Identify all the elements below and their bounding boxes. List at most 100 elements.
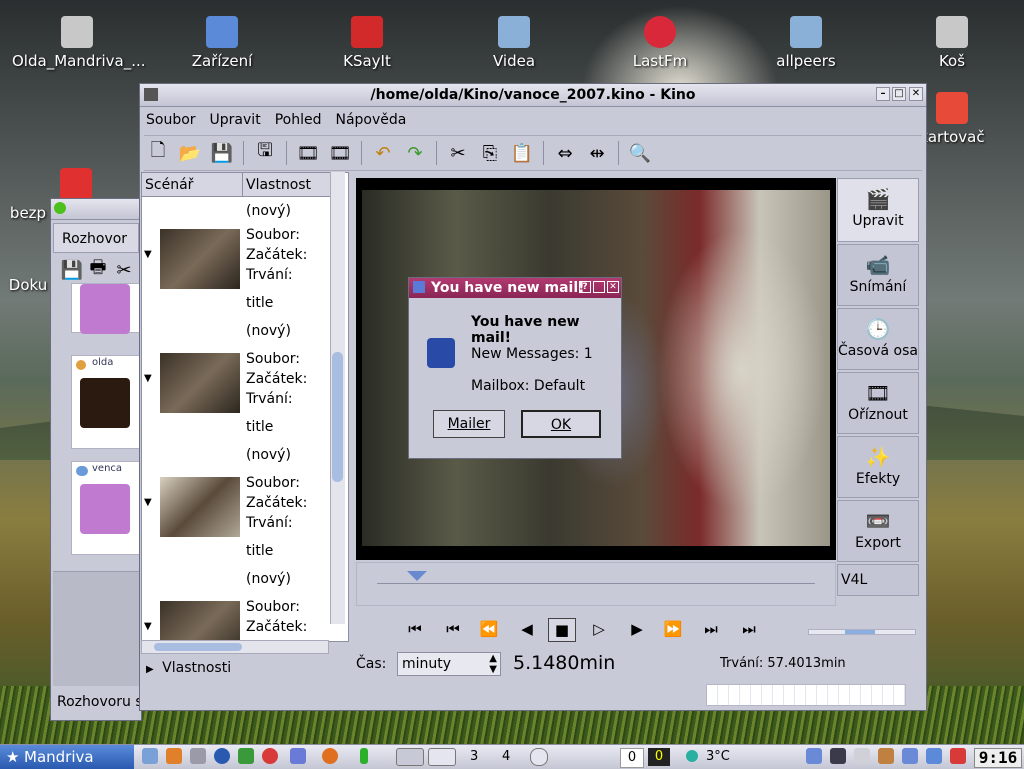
fast-forward-icon[interactable]: ⏩ bbox=[660, 618, 686, 640]
menu-upravit[interactable]: Upravit bbox=[210, 108, 261, 132]
list-item[interactable]: (nový) bbox=[142, 321, 330, 349]
desktop-4[interactable]: 4 bbox=[502, 748, 510, 766]
save-icon[interactable]: 💾 bbox=[61, 259, 83, 281]
tab-efekty[interactable]: ✨ Efekty bbox=[837, 436, 919, 498]
tab-snimani[interactable]: 📹 Snímání bbox=[837, 244, 919, 306]
launcher-icon[interactable] bbox=[214, 748, 230, 764]
expand-icon[interactable]: ⇔ bbox=[551, 139, 579, 167]
step-back-icon[interactable]: ◀ bbox=[514, 618, 540, 640]
prev-scene-icon[interactable]: ⏮ bbox=[440, 618, 466, 640]
paste-icon[interactable]: 📋 bbox=[508, 139, 536, 167]
cut-icon[interactable]: ✂ bbox=[444, 139, 472, 167]
stop-icon[interactable]: ■ bbox=[548, 618, 576, 642]
desktop-icon-ksayit[interactable]: KSayIt bbox=[302, 16, 432, 70]
story-horizontal-scrollbar[interactable] bbox=[141, 640, 329, 654]
chat-tab[interactable]: Rozhovor bbox=[53, 223, 139, 253]
contract-icon[interactable]: ⇹ bbox=[583, 139, 611, 167]
launcher-icon[interactable] bbox=[262, 748, 278, 764]
minimize-icon[interactable]: – bbox=[876, 87, 890, 101]
desktop-icon-videa[interactable]: Videa bbox=[449, 16, 579, 70]
list-item[interactable]: ▼ Soubor: Začátek: Trvání: title bbox=[142, 473, 330, 569]
expand-arrow-icon[interactable]: ▼ bbox=[144, 497, 152, 508]
rewind-icon[interactable]: ⏪ bbox=[476, 618, 502, 640]
list-item[interactable]: ▼ Soubor: Začátek: bbox=[142, 597, 330, 641]
save-frame-icon[interactable]: 🖫 bbox=[251, 139, 279, 167]
chat-window[interactable]: Rozhovor 💾 🖶 ✂ olda venca Rozhovoru s bbox=[50, 198, 143, 721]
tab-casova-osa[interactable]: 🕒 Časová osa bbox=[837, 308, 919, 370]
contact-card-venca[interactable]: venca bbox=[71, 461, 141, 555]
save-icon[interactable]: 💾 bbox=[208, 139, 236, 167]
properties-expander[interactable]: ▶ Vlastnosti bbox=[146, 660, 231, 676]
launcher-icon[interactable] bbox=[360, 748, 368, 764]
tray-icon[interactable] bbox=[926, 748, 942, 764]
undo-icon[interactable]: ↶ bbox=[369, 139, 397, 167]
story-vertical-scrollbar[interactable] bbox=[330, 172, 345, 624]
tray-icon[interactable] bbox=[902, 748, 918, 764]
mailer-button[interactable]: Mailer bbox=[433, 410, 505, 438]
menu-napoveda[interactable]: Nápověda bbox=[335, 108, 406, 132]
launcher-icon[interactable] bbox=[166, 748, 182, 764]
desktop-icon-doku[interactable]: Doku bbox=[0, 276, 56, 294]
task-kino[interactable] bbox=[396, 748, 424, 766]
time-unit-select[interactable]: minuty ▲ ▼ bbox=[397, 652, 501, 676]
storyboard-panel[interactable]: Scénář Vlastnost (nový) ▼ Soubor: Začáte… bbox=[141, 172, 349, 642]
mail-titlebar[interactable]: You have new mail! ? ✕ bbox=[409, 278, 621, 298]
list-item[interactable]: ▼ Soubor: Začátek: Trvání: title bbox=[142, 349, 330, 445]
expand-arrow-icon[interactable]: ▼ bbox=[144, 249, 152, 260]
timeline-scrubber[interactable] bbox=[356, 562, 836, 606]
chat-input[interactable] bbox=[53, 571, 139, 686]
desktop-icon-lastfm[interactable]: LastFm bbox=[595, 16, 725, 70]
ok-button[interactable]: OK bbox=[521, 410, 601, 438]
help-icon[interactable]: ? bbox=[579, 281, 591, 293]
chat-titlebar[interactable] bbox=[51, 199, 141, 220]
launcher-icon[interactable] bbox=[190, 748, 206, 764]
tab-oriznout[interactable]: 🎞 Oříznout bbox=[837, 372, 919, 434]
column-header-scenar[interactable]: Scénář bbox=[142, 173, 242, 197]
scrubber-position-icon[interactable] bbox=[406, 571, 427, 581]
go-end-icon[interactable]: ⏭ bbox=[736, 618, 762, 640]
list-item[interactable]: (nový) bbox=[142, 569, 330, 597]
launcher-icon[interactable] bbox=[530, 748, 548, 766]
desktop-icon-bezp[interactable]: bezp bbox=[0, 168, 92, 222]
list-item[interactable]: ▼ Soubor: Začátek: Trvání: title bbox=[142, 225, 330, 321]
firefox-icon[interactable] bbox=[322, 748, 338, 764]
kino-titlebar[interactable]: /home/olda/Kino/vanoce_2007.kino - Kino … bbox=[140, 84, 926, 107]
task-firefox[interactable] bbox=[428, 748, 456, 766]
print-icon[interactable]: 🖶 bbox=[87, 257, 109, 281]
next-scene-icon[interactable]: ⏭ bbox=[698, 618, 724, 640]
desktop-icon-allpeers[interactable]: allpeers bbox=[741, 16, 871, 70]
film-icon[interactable]: 🎞 bbox=[294, 139, 322, 167]
launcher-icon[interactable] bbox=[238, 748, 254, 764]
launcher-icon[interactable] bbox=[290, 748, 306, 764]
expand-arrow-icon[interactable]: ▼ bbox=[144, 373, 152, 384]
list-item[interactable]: (nový) bbox=[142, 197, 330, 225]
mail-dialog[interactable]: You have new mail! ? ✕ You have new mail… bbox=[408, 277, 622, 459]
expand-arrow-icon[interactable]: ▼ bbox=[144, 621, 152, 632]
scrollbar-thumb[interactable] bbox=[332, 352, 343, 482]
zoom-icon[interactable]: 🔍 bbox=[626, 139, 654, 167]
desktop-icon-olda-mandriva[interactable]: Olda_Mandriva_... bbox=[12, 16, 146, 70]
show-desktop-icon[interactable] bbox=[142, 748, 158, 764]
copy-icon[interactable]: ⎘ bbox=[476, 139, 504, 167]
tray-icon[interactable] bbox=[878, 748, 894, 764]
go-start-icon[interactable]: ⏮ bbox=[402, 618, 428, 640]
scrollbar-thumb[interactable] bbox=[154, 643, 242, 651]
close-icon[interactable]: ✕ bbox=[607, 281, 619, 293]
menu-soubor[interactable]: Soubor bbox=[146, 108, 196, 132]
tab-export[interactable]: 📼 Export bbox=[837, 500, 919, 562]
tray-icon[interactable] bbox=[950, 748, 966, 764]
tray-icon[interactable] bbox=[806, 748, 822, 764]
play-icon[interactable]: ▷ bbox=[586, 618, 612, 640]
step-forward-icon[interactable]: ▶ bbox=[624, 618, 650, 640]
maximize-icon[interactable] bbox=[593, 281, 605, 293]
start-button[interactable]: ★ Mandriva bbox=[0, 745, 134, 769]
menu-pohled[interactable]: Pohled bbox=[275, 108, 322, 132]
volume-icon[interactable] bbox=[830, 748, 846, 764]
clock[interactable]: 9:16 bbox=[974, 748, 1022, 768]
list-item[interactable]: (nový) bbox=[142, 445, 330, 473]
contact-card-olda[interactable]: olda bbox=[71, 355, 141, 449]
desktop-3[interactable]: 3 bbox=[470, 748, 478, 766]
film-icon[interactable]: 🎞 bbox=[326, 139, 354, 167]
tab-upravit[interactable]: 🎬 Upravit bbox=[837, 178, 919, 242]
redo-icon[interactable]: ↷ bbox=[401, 139, 429, 167]
